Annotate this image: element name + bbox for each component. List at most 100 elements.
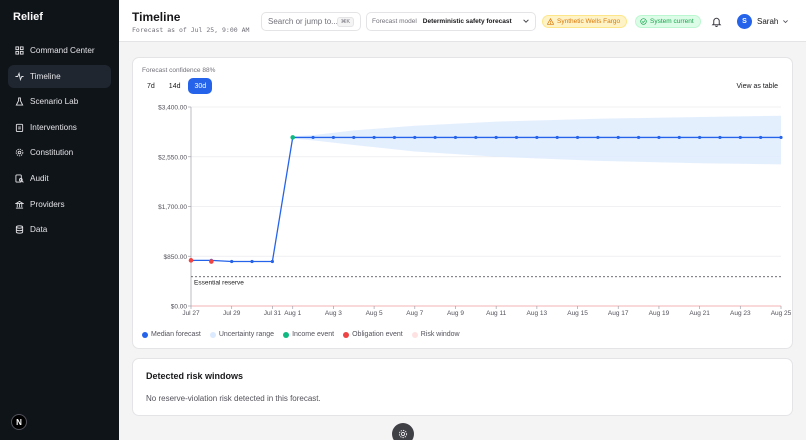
legend-swatch (283, 331, 290, 338)
risk-windows-empty-state: No reserve-violation risk detected in th… (146, 394, 321, 403)
x-tick-label: Aug 5 (366, 310, 383, 317)
audit-icon (15, 174, 24, 183)
median-point (636, 135, 641, 140)
legend-label: Obligation event (352, 331, 403, 338)
median-point (657, 135, 661, 140)
brand-logo: Relief (13, 11, 43, 23)
legend-label: Median forecast (151, 331, 201, 338)
warning-icon (547, 18, 554, 25)
y-tick-label: $850.00 (164, 254, 188, 261)
obligation-event-marker (209, 259, 214, 264)
x-tick-label: Aug 25 (771, 310, 792, 317)
sidebar-item-label: Scenario Lab (30, 97, 79, 107)
gear-icon (398, 429, 408, 439)
median-point (270, 259, 274, 264)
sidebar-item-constitution[interactable]: Constitution (8, 141, 111, 164)
sidebar-item-label: Interventions (30, 122, 77, 132)
median-point (331, 135, 336, 140)
chevron-down-icon[interactable] (782, 18, 789, 25)
flask-icon (15, 97, 24, 106)
sidebar-item-label: Command Center (30, 46, 95, 55)
status-badge-label: System current (650, 18, 694, 25)
avatar[interactable]: S (737, 14, 752, 29)
median-point (230, 259, 234, 264)
sidebar-item-audit[interactable]: Audit (8, 167, 111, 190)
median-point (474, 135, 478, 140)
chart-legend: Median forecast Uncertainty range Income… (142, 331, 469, 338)
sidebar-item-command-center[interactable]: Command Center (8, 39, 111, 62)
legend-item-median: Median forecast (142, 331, 201, 338)
legend-item-obligation: Obligation event (343, 331, 403, 338)
median-point (616, 135, 620, 140)
sidebar-item-label: Data (30, 225, 48, 235)
x-tick-label: Aug 11 (486, 310, 507, 317)
forecast-timestamp: Forecast as of Jul 25, 9:00 AM (132, 26, 250, 34)
reserve-label: Essential reserve (194, 280, 244, 287)
warning-badge-label: Synthetic Wells Fargo (557, 18, 621, 25)
median-point (413, 135, 417, 140)
help-fab[interactable] (392, 423, 414, 440)
user-name[interactable]: Sarah (757, 17, 778, 26)
x-tick-label: Aug 15 (567, 310, 588, 317)
legend-item-income: Income event (283, 331, 334, 338)
y-tick-label: $1,700.00 (158, 204, 187, 211)
median-point (718, 135, 722, 140)
obligation-event-marker (188, 258, 194, 263)
activity-icon (15, 71, 24, 81)
legend-swatch (209, 331, 216, 338)
sidebar: Relief Command Center Timeline Scenario … (0, 0, 119, 440)
search-input[interactable]: Search or jump to... ⌘K (261, 12, 361, 31)
sidebar-item-data[interactable]: Data (8, 218, 111, 241)
x-tick-label: Aug 1 (284, 310, 301, 317)
settings-icon (15, 148, 24, 157)
system-status-badge[interactable]: System current (635, 15, 701, 28)
top-header: Timeline Forecast as of Jul 25, 9:00 AM … (119, 0, 806, 42)
x-tick-label: Aug 21 (689, 310, 710, 317)
x-tick-label: Jul 31 (264, 310, 282, 317)
median-point (311, 135, 315, 140)
median-point (372, 135, 376, 140)
x-tick-label: Aug 23 (730, 310, 751, 317)
x-tick-label: Aug 13 (527, 310, 548, 317)
forecast-chart[interactable]: $0.00$850.00$1,700.00$2,550.00$3,400.00J… (133, 58, 794, 350)
y-tick-label: $3,400.00 (158, 105, 187, 112)
sidebar-item-providers[interactable]: Providers (8, 193, 111, 216)
sidebar-item-interventions[interactable]: Interventions (8, 116, 111, 139)
clipboard-icon (15, 123, 24, 132)
median-point (514, 135, 519, 140)
median-point (759, 135, 763, 140)
sidebar-item-scenario-lab[interactable]: Scenario Lab (8, 90, 111, 113)
median-point (494, 135, 498, 140)
sidebar-item-label: Providers (30, 199, 65, 209)
x-tick-label: Jul 27 (182, 310, 200, 317)
legend-label: Income event (292, 331, 335, 338)
legend-label: Uncertainty range (218, 331, 275, 338)
bell-icon[interactable] (711, 16, 722, 27)
median-point (453, 135, 458, 140)
forecast-model-select[interactable]: Forecast model Deterministic safety fore… (366, 12, 536, 31)
median-point (535, 135, 539, 140)
sidebar-item-timeline[interactable]: Timeline (8, 64, 111, 88)
legend-label: Risk window (420, 331, 460, 338)
page-title: Timeline (132, 10, 181, 24)
chevron-down-icon (523, 19, 529, 23)
x-tick-label: Jul 29 (223, 310, 241, 317)
legend-item-uncertainty: Uncertainty range (209, 331, 275, 338)
search-placeholder: Search or jump to... (268, 17, 338, 26)
model-label: Forecast model (372, 18, 417, 25)
model-value: Deterministic safety forecast (422, 18, 512, 25)
sidebar-item-label: Timeline (30, 71, 61, 81)
legend-item-risk-window: Risk window (411, 331, 460, 338)
grid-icon (15, 46, 24, 55)
sidebar-nav: Command Center Timeline Scenario Lab Int… (8, 39, 111, 244)
check-circle-icon (640, 18, 647, 25)
median-point (677, 135, 681, 140)
income-event-marker (290, 135, 296, 140)
database-icon (15, 225, 24, 234)
x-tick-label: Aug 7 (406, 310, 423, 317)
provider-warning-badge[interactable]: Synthetic Wells Fargo (542, 15, 628, 28)
x-tick-label: Aug 17 (608, 310, 629, 317)
bank-icon (15, 200, 24, 209)
dev-tools-badge[interactable]: N (11, 414, 27, 430)
legend-swatch (343, 331, 350, 338)
